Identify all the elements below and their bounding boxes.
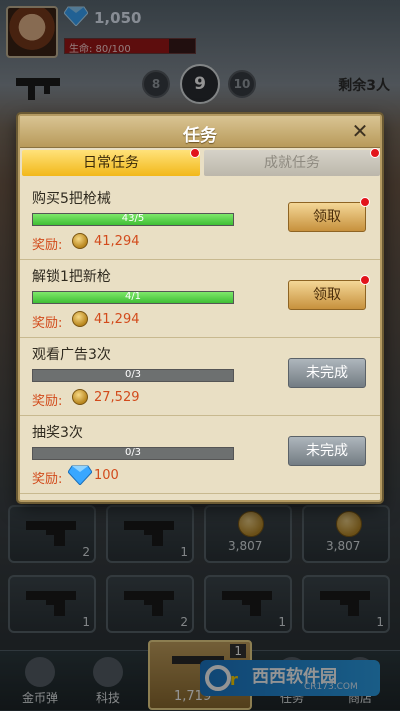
task-progress-bar: 43/5 bbox=[32, 213, 234, 226]
task-name: 抽奖3次 bbox=[32, 425, 83, 441]
dialog-title: 任务 bbox=[183, 126, 217, 146]
incomplete-button[interactable]: 未完成 bbox=[288, 358, 366, 388]
achievement-notify-dot bbox=[370, 148, 380, 158]
reward-label: 奖励: bbox=[32, 394, 63, 409]
task-progress-text: 0/3 bbox=[124, 447, 142, 458]
reward-amount: 41,294 bbox=[94, 312, 140, 327]
task-progress-bar: 0/3 bbox=[32, 447, 234, 460]
coin-icon bbox=[72, 233, 88, 249]
claim-notify-dot bbox=[360, 275, 370, 285]
task-row: 解锁1把新枪 4/1 奖励: 41,294 领取 bbox=[20, 258, 380, 338]
diamond-icon bbox=[68, 465, 92, 485]
claim-notify-dot bbox=[360, 197, 370, 207]
reward-amount: 100 bbox=[94, 468, 119, 483]
task-row: 抽奖3次 0/3 奖励: 100 未完成 bbox=[20, 414, 380, 494]
task-progress-bar: 0/3 bbox=[32, 369, 234, 382]
task-progress-bar: 4/1 bbox=[32, 291, 234, 304]
task-name: 解锁1把新枪 bbox=[32, 269, 111, 285]
task-progress-text: 4/1 bbox=[124, 291, 142, 302]
coin-icon bbox=[72, 311, 88, 327]
task-row: 观看广告3次 0/3 奖励: 27,529 未完成 bbox=[20, 336, 380, 416]
task-name: 购买5把枪械 bbox=[32, 191, 111, 207]
incomplete-button[interactable]: 未完成 bbox=[288, 436, 366, 466]
task-progress-text: 43/5 bbox=[121, 213, 145, 224]
reward-label: 奖励: bbox=[32, 472, 63, 487]
close-button[interactable]: ✕ bbox=[348, 119, 372, 143]
task-tabs: 日常任务 成就任务 bbox=[20, 148, 380, 178]
claim-button[interactable]: 领取 bbox=[288, 202, 366, 232]
reward-amount: 27,529 bbox=[94, 390, 140, 405]
task-name: 观看广告3次 bbox=[32, 347, 111, 363]
task-progress-text: 0/3 bbox=[124, 369, 142, 380]
task-dialog: 任务 ✕ 日常任务 成就任务 购买5把枪械 43/5 奖励: 41,294 领取… bbox=[18, 114, 382, 502]
tab-achievements[interactable]: 成就任务 bbox=[204, 150, 380, 176]
daily-notify-dot bbox=[190, 148, 200, 158]
reward-amount: 41,294 bbox=[94, 234, 140, 249]
tab-daily-tasks[interactable]: 日常任务 bbox=[22, 150, 200, 176]
dialog-header: 任务 ✕ bbox=[20, 116, 380, 148]
reward-label: 奖励: bbox=[32, 316, 63, 331]
tab-achievements-label: 成就任务 bbox=[264, 155, 320, 171]
coin-icon bbox=[72, 389, 88, 405]
claim-button[interactable]: 领取 bbox=[288, 280, 366, 310]
tab-daily-label: 日常任务 bbox=[83, 155, 139, 171]
task-row: 购买5把枪械 43/5 奖励: 41,294 领取 bbox=[20, 180, 380, 260]
reward-label: 奖励: bbox=[32, 238, 63, 253]
